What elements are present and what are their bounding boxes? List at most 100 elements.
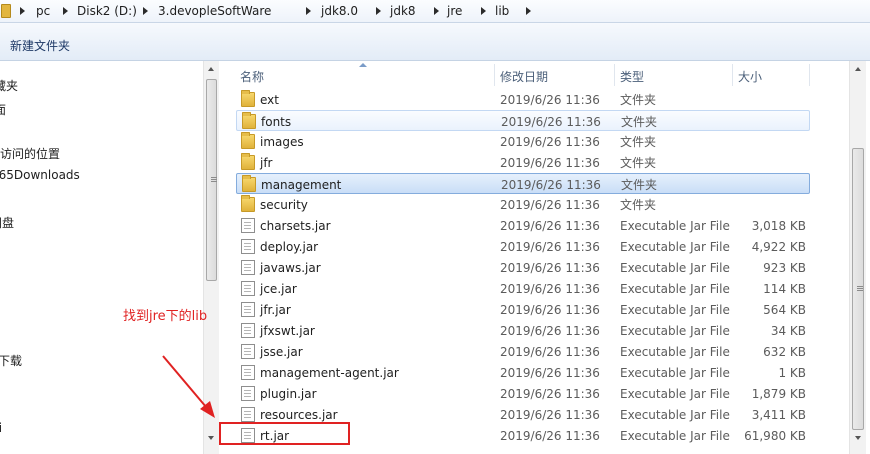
file-list-scrollbar[interactable] — [849, 61, 866, 454]
file-name: security — [260, 198, 308, 212]
file-size: 61,980 KB — [744, 429, 806, 443]
file-size: 1 KB — [778, 366, 806, 380]
nav-pane-scrollbar[interactable] — [203, 61, 219, 454]
folder-row[interactable]: ext 2019/6/26 11:36 文件夹 — [236, 89, 810, 110]
file-row[interactable]: plugin.jar 2019/6/26 11:36 Executable Jar … — [236, 383, 810, 404]
column-header-row: 名称 修改日期 类型 大小 — [219, 61, 849, 87]
breadcrumb-separator-icon[interactable] — [63, 7, 68, 15]
file-name: jfr.jar — [260, 303, 291, 317]
file-type: 文件夹 — [621, 178, 658, 192]
sort-ascending-icon — [359, 63, 367, 67]
nav-item-netdisk[interactable]: 网盘 — [0, 214, 14, 231]
breadcrumb-separator-icon[interactable] — [20, 7, 25, 15]
file-row[interactable]: deploy.jar 2019/6/26 11:36 Executable Jar … — [236, 236, 810, 257]
file-type: Executable Jar File — [620, 408, 730, 422]
file-name: deploy.jar — [260, 240, 319, 254]
breadcrumb-separator-icon[interactable] — [481, 7, 486, 15]
file-size: 1,879 KB — [751, 387, 806, 401]
modified-date: 2019/6/26 11:36 — [500, 303, 600, 317]
file-row[interactable]: jfr.jar 2019/6/26 11:36 Executable Jar Fil… — [236, 299, 810, 320]
nav-item-download[interactable]: 下载 — [0, 352, 22, 369]
file-size: 34 KB — [770, 324, 806, 338]
file-size: 4,922 KB — [751, 240, 806, 254]
file-type: 文件夹 — [620, 93, 657, 107]
breadcrumb-jdk8[interactable]: jdk8 — [390, 3, 416, 19]
scroll-down-icon[interactable] — [208, 436, 214, 440]
modified-date: 2019/6/26 11:36 — [500, 240, 600, 254]
column-header-date[interactable]: 修改日期 — [500, 68, 548, 85]
folder-row[interactable]: images 2019/6/26 11:36 文件夹 — [236, 131, 810, 152]
file-row[interactable]: javaws.jar 2019/6/26 11:36 Executable Jar … — [236, 257, 810, 278]
file-row[interactable]: jfxswt.jar 2019/6/26 11:36 Executable Jar … — [236, 320, 810, 341]
modified-date: 2019/6/26 11:36 — [501, 115, 601, 129]
modified-date: 2019/6/26 11:36 — [501, 178, 601, 192]
jar-file-icon — [241, 218, 255, 233]
folder-row[interactable]: security 2019/6/26 11:36 文件夹 — [236, 194, 810, 215]
address-bar[interactable]: pc Disk2 (D:) 3.devopleSoftWare jdk8.0 j… — [0, 0, 870, 23]
file-type: Executable Jar File — [620, 366, 730, 380]
column-header-name[interactable]: 名称 — [240, 68, 264, 85]
breadcrumb-separator-icon[interactable] — [526, 7, 531, 15]
breadcrumb-disk2[interactable]: Disk2 (D:) — [77, 3, 137, 19]
modified-date: 2019/6/26 11:36 — [500, 282, 600, 296]
file-name: charsets.jar — [260, 219, 331, 233]
nav-item-partial[interactable]: ti — [0, 421, 2, 435]
file-name: jce.jar — [260, 282, 297, 296]
breadcrumb-separator-icon[interactable] — [376, 7, 381, 15]
navigation-pane: 藏夹 面 近访问的位置 265Downloads 网盘 下载 ti — [0, 61, 203, 454]
file-name: resources.jar — [260, 408, 338, 422]
nav-item-recent-places[interactable]: 近访问的位置 — [0, 145, 60, 162]
file-list-scroll-thumb[interactable] — [852, 148, 864, 430]
file-row[interactable]: charsets.jar 2019/6/26 11:36 Executable Ja… — [236, 215, 810, 236]
file-row[interactable]: management-agent.jar 2019/6/26 11:36 Execu… — [236, 362, 810, 383]
modified-date: 2019/6/26 11:36 — [500, 345, 600, 359]
file-size: 3,018 KB — [751, 219, 806, 233]
breadcrumb-devoplesoftware[interactable]: 3.devopleSoftWare — [158, 3, 271, 19]
folder-row[interactable]: management 2019/6/26 11:36 文件夹 — [236, 173, 810, 194]
breadcrumb-separator-icon[interactable] — [306, 7, 311, 15]
file-name: images — [260, 135, 304, 149]
file-type: 文件夹 — [620, 156, 657, 170]
folder-row[interactable]: fonts 2019/6/26 11:36 文件夹 — [236, 110, 810, 131]
column-header-type[interactable]: 类型 — [620, 68, 644, 85]
file-name: management — [261, 178, 342, 192]
file-name: ext — [260, 93, 279, 107]
modified-date: 2019/6/26 11:36 — [500, 408, 600, 422]
modified-date: 2019/6/26 11:36 — [500, 324, 600, 338]
file-type: Executable Jar File — [620, 303, 730, 317]
breadcrumb-lib[interactable]: lib — [495, 3, 509, 19]
nav-item-downloads[interactable]: 265Downloads — [0, 168, 80, 182]
file-row[interactable]: jsse.jar 2019/6/26 11:36 Executable Jar Fi… — [236, 341, 810, 362]
scroll-down-icon[interactable] — [855, 436, 861, 440]
breadcrumb-jdk8-0[interactable]: jdk8.0 — [321, 3, 358, 19]
file-name: javaws.jar — [260, 261, 321, 275]
folder-icon — [241, 195, 255, 212]
folder-icon — [242, 112, 256, 129]
file-size: 114 KB — [763, 282, 806, 296]
file-name: management-agent.jar — [260, 366, 399, 380]
new-folder-button[interactable]: 新建文件夹 — [10, 38, 70, 54]
nav-scroll-thumb[interactable] — [206, 79, 217, 281]
breadcrumb-jre[interactable]: jre — [447, 3, 462, 19]
folder-icon — [241, 90, 255, 107]
file-name: jfxswt.jar — [260, 324, 315, 338]
nav-item-desktop[interactable]: 面 — [0, 101, 6, 118]
file-type: Executable Jar File — [620, 261, 730, 275]
folder-row[interactable]: jfr 2019/6/26 11:36 文件夹 — [236, 152, 810, 173]
jar-file-icon — [241, 323, 255, 338]
file-size: 923 KB — [763, 261, 806, 275]
folder-icon — [1, 4, 11, 18]
file-type: 文件夹 — [621, 115, 658, 129]
breadcrumb-pc[interactable]: pc — [36, 3, 50, 19]
file-size: 3,411 KB — [751, 408, 806, 422]
breadcrumb-separator-icon[interactable] — [434, 7, 439, 15]
nav-item-favorites[interactable]: 藏夹 — [0, 77, 18, 94]
annotation-text: 找到jre下的lib — [123, 309, 208, 324]
scroll-up-icon[interactable] — [855, 67, 861, 71]
scroll-up-icon[interactable] — [208, 67, 214, 71]
column-header-size[interactable]: 大小 — [738, 68, 762, 85]
file-row[interactable]: jce.jar 2019/6/26 11:36 Executable Jar Fil… — [236, 278, 810, 299]
file-type: Executable Jar File — [620, 324, 730, 338]
breadcrumb-separator-icon[interactable] — [143, 7, 148, 15]
jar-file-icon — [241, 344, 255, 359]
